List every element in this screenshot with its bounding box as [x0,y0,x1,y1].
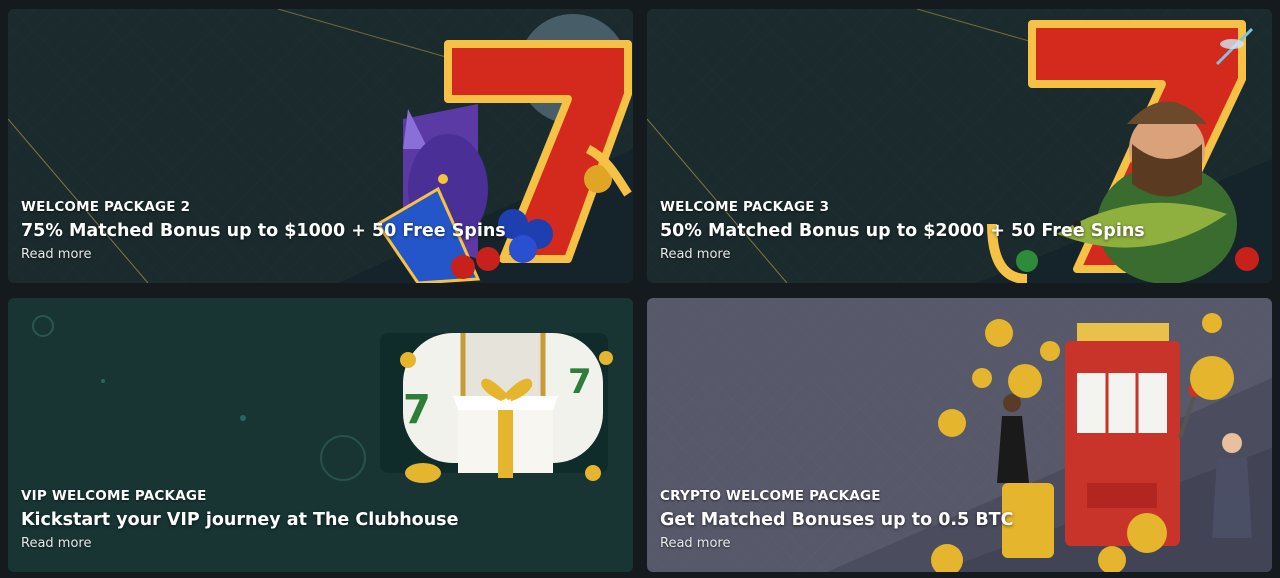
read-more-link[interactable]: Read more [660,247,730,262]
promo-card-vip-welcome-package[interactable]: 7 7 VIP WELCOME PACKAGE Kickstart your V… [8,298,633,572]
read-more-link[interactable]: Read more [21,247,91,262]
promo-text: VIP WELCOME PACKAGE Kickstart your VIP j… [21,488,458,551]
promo-headline: Kickstart your VIP journey at The Clubho… [21,510,459,530]
promo-kicker: WELCOME PACKAGE 3 [660,199,830,215]
promo-text: CRYPTO WELCOME PACKAGE Get Matched Bonus… [660,488,1013,551]
promo-card-crypto-welcome-package[interactable]: CRYPTO WELCOME PACKAGE Get Matched Bonus… [647,298,1272,572]
promo-text: WELCOME PACKAGE 3 50% Matched Bonus up t… [660,199,1145,262]
promotions-grid: WELCOME PACKAGE 2 75% Matched Bonus up t… [8,9,1272,572]
promo-headline: Get Matched Bonuses up to 0.5 BTC [660,510,1014,530]
promo-card-welcome-package-2[interactable]: WELCOME PACKAGE 2 75% Matched Bonus up t… [8,9,633,283]
promo-kicker: WELCOME PACKAGE 2 [21,199,191,215]
promo-headline: 50% Matched Bonus up to $2000 + 50 Free … [660,221,1145,241]
svg-text:7: 7 [568,362,592,402]
promo-kicker: CRYPTO WELCOME PACKAGE [660,488,881,504]
svg-text:7: 7 [403,387,431,433]
promo-card-welcome-package-3[interactable]: WELCOME PACKAGE 3 50% Matched Bonus up t… [647,9,1272,283]
read-more-link[interactable]: Read more [21,536,91,551]
promo-headline: 75% Matched Bonus up to $1000 + 50 Free … [21,221,506,241]
promo-kicker: VIP WELCOME PACKAGE [21,488,207,504]
promo-text: WELCOME PACKAGE 2 75% Matched Bonus up t… [21,199,506,262]
read-more-link[interactable]: Read more [660,536,730,551]
